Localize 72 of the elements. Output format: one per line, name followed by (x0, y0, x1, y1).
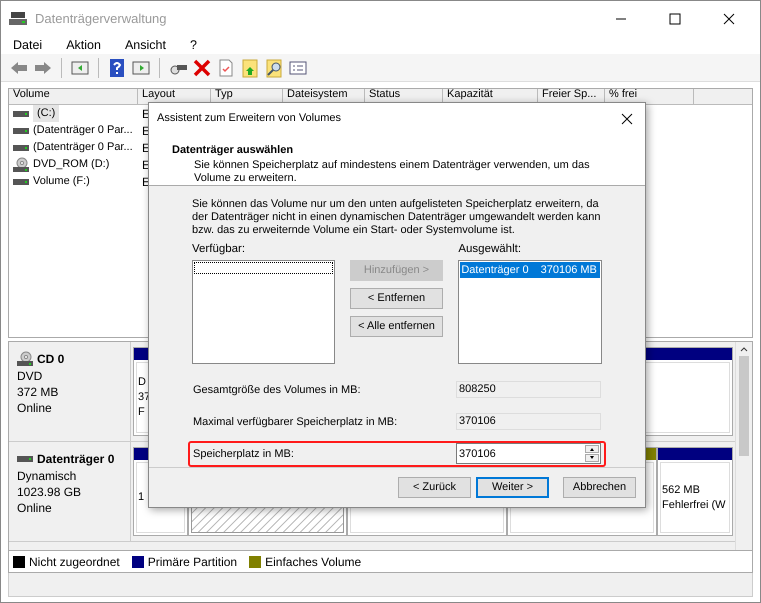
disk-detail: Online (17, 400, 53, 416)
drive-icon (17, 455, 33, 463)
column-header[interactable]: Dateisystem (287, 89, 360, 100)
spin-up-icon[interactable] (585, 445, 599, 454)
optical-drive-icon (17, 351, 33, 367)
partition-text: D (138, 375, 146, 390)
spin-field[interactable]: 370106 (456, 443, 601, 464)
disk-info-panel[interactable]: CD 0 DVD 372 MB Online (9, 342, 131, 441)
partition[interactable]: 562 MB Fehlerfrei (W (660, 462, 730, 533)
dialog-button[interactable]: < Zurück (398, 476, 471, 498)
list-label: Verfügbar: (192, 242, 246, 256)
scrollbar[interactable] (735, 342, 752, 550)
menu-item[interactable]: Ansicht (120, 36, 170, 54)
dialog-subtitle: Sie können Speicherplatz auf mindestens einem Datenträger verwenden, um das Volume zu erweitern. (194, 158, 591, 184)
optical-drive-icon (13, 156, 29, 172)
drive-icon (13, 126, 29, 134)
table-cell[interactable]: (C:) (33, 105, 60, 122)
disk-name: CD 0 (37, 351, 64, 368)
spin-down-icon[interactable] (585, 454, 599, 462)
available-list[interactable] (192, 260, 335, 364)
dialog-heading: Datenträger auswählen (172, 143, 294, 158)
field-label: Gesamtgröße des Volumes in MB: (193, 382, 362, 398)
readonly-field: 370106 (456, 413, 601, 430)
table-cell[interactable]: Volume (F:) (33, 173, 90, 190)
field-label: Speicherplatz in MB: (193, 446, 295, 462)
list-item[interactable]: Datenträger 0 370106 MB (460, 262, 600, 278)
search-icon[interactable] (264, 58, 284, 78)
dialog-button[interactable]: Weiter > (476, 476, 549, 498)
column-header[interactable]: Status (369, 89, 438, 100)
disk-name: Datenträger 0 (37, 451, 114, 468)
legend-label: Nicht zugeordnet (29, 554, 120, 570)
disk-detail: Dynamisch (17, 468, 78, 484)
drive-icon (13, 110, 29, 118)
legend-label: Einfaches Volume (265, 554, 362, 570)
dialog-title: Assistent zum Erweitern von Volumes (157, 111, 342, 126)
selected-list[interactable]: Datenträger 0 370106 MB (458, 260, 602, 364)
disk-detail: Online (17, 500, 53, 516)
description-text: Sie können das Volume nur um den unten aufgelisteten Speicherplatz erweitern, da der Datenträger nicht in einen dynamischen Datenträger umgewandelt werden kann bzw. das zu erweiternde Volume ein Start- oder Systemvolume ist. (192, 198, 602, 236)
list-label: Ausgewählt: (458, 242, 522, 256)
menu-item[interactable]: Aktion (62, 36, 105, 54)
partition-text: Fehlerfrei (W (662, 498, 726, 512)
disk-detail: 1023.98 GB (17, 484, 82, 500)
app-icon (9, 10, 27, 26)
readonly-field: 808250 (456, 381, 601, 398)
disk-info-panel[interactable]: Datenträger 0 Dynamisch 1023.98 GB Online (9, 442, 131, 541)
list-move-button[interactable]: < Alle entfernen (350, 316, 443, 336)
delete-icon[interactable] (192, 58, 212, 78)
field-label: Maximal verfügbarer Speicherplatz in MB: (193, 414, 398, 430)
partition-text: 562 MB (662, 482, 700, 498)
partition-text: F (138, 405, 145, 420)
menu-item[interactable]: ? (186, 36, 201, 54)
dialog-button[interactable]: Abbrechen (563, 476, 636, 498)
column-header[interactable]: Kapazität (447, 89, 533, 100)
column-header[interactable]: Typ (215, 89, 278, 100)
help-icon[interactable] (107, 58, 127, 78)
table-cell[interactable]: DVD_ROM (D:) (33, 156, 110, 173)
close-icon[interactable] (621, 112, 633, 124)
disk-detail: 372 MB (17, 384, 60, 400)
table-cell[interactable]: (Datenträger 0 Par... (33, 139, 133, 156)
column-header[interactable]: Volume (13, 89, 133, 100)
disk-detail: DVD (17, 368, 44, 384)
list-move-button[interactable]: < Entfernen (350, 288, 443, 308)
legend-label: Primäre Partition (148, 554, 238, 570)
table-cell[interactable]: (Datenträger 0 Par... (33, 122, 133, 139)
drive-icon (13, 144, 29, 152)
menu-item[interactable]: Datei (9, 36, 46, 54)
column-header[interactable]: Layout (142, 89, 206, 100)
drive-icon (13, 178, 29, 186)
partition-text: 1 (138, 490, 144, 505)
column-header[interactable]: % frei (609, 89, 689, 100)
column-header[interactable]: Freier Sp... (542, 89, 600, 100)
window-title: Datenträgerverwaltung (35, 10, 168, 28)
